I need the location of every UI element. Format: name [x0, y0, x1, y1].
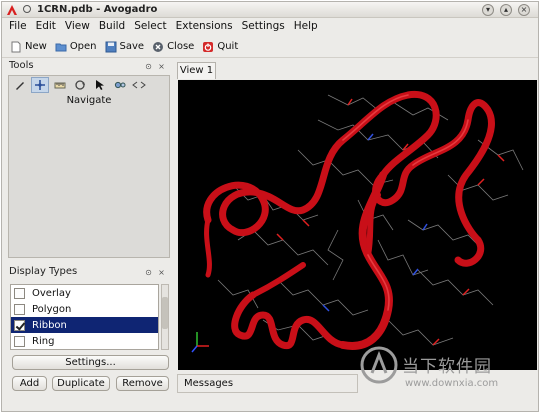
list-item-label: Ribbon: [32, 319, 67, 331]
watermark-url: www.downxia.com: [405, 378, 499, 389]
quit-label: Quit: [217, 41, 239, 52]
tools-panel: Navigate: [8, 75, 170, 258]
open-label: Open: [69, 41, 97, 52]
display-types-title: Display Types: [9, 266, 78, 277]
menu-help[interactable]: Help: [294, 18, 318, 35]
ring-checkbox[interactable]: [14, 335, 25, 347]
list-item[interactable]: Ribbon: [11, 317, 158, 333]
bond-centric-tool-icon[interactable]: [111, 77, 129, 93]
add-button[interactable]: Add: [12, 376, 47, 391]
save-button[interactable]: Save: [105, 41, 145, 53]
active-tool-label: Navigate: [66, 95, 112, 106]
tab-view-1[interactable]: View 1: [177, 62, 216, 79]
watermark-text: 当下软件园: [402, 357, 492, 377]
list-item-label: Overlay: [32, 287, 71, 299]
save-label: Save: [119, 41, 145, 52]
tools-dock-title: Tools: [9, 60, 34, 71]
menu-build[interactable]: Build: [99, 18, 125, 35]
menu-file[interactable]: File: [9, 18, 27, 35]
dock-close-icon[interactable]: ×: [157, 268, 166, 277]
window-title: 1CRN.pdb - Avogadro: [37, 4, 158, 15]
maximize-button[interactable]: ▴: [500, 4, 512, 16]
close-label: Close: [167, 41, 195, 52]
open-button[interactable]: Open: [55, 41, 97, 53]
overlay-checkbox[interactable]: [14, 287, 25, 299]
pin-icon[interactable]: [23, 5, 31, 13]
polygon-checkbox[interactable]: [14, 303, 25, 315]
ribbon-checkbox[interactable]: [14, 319, 25, 331]
list-item[interactable]: Ring: [11, 333, 158, 349]
downxia-watermark-logo: [360, 346, 398, 384]
molecule-viewport[interactable]: [178, 80, 537, 370]
draw-tool-icon[interactable]: [11, 77, 29, 93]
close-button[interactable]: Close: [152, 41, 194, 53]
close-circle-icon: [153, 41, 164, 52]
measure-tool-icon[interactable]: [51, 77, 69, 93]
duplicate-button[interactable]: Duplicate: [52, 376, 110, 391]
app-window: 1CRN.pdb - Avogadro ▾ ▴ × File Edit View…: [1, 1, 539, 412]
close-window-button[interactable]: ×: [518, 4, 530, 16]
dock-float-icon[interactable]: ⊙: [144, 268, 153, 277]
display-types-list: Overlay Polygon Ribbon Ring: [10, 284, 159, 350]
tool-selector-row: [9, 76, 169, 94]
axes-indicator: [191, 332, 209, 353]
scroll-left-icon[interactable]: [131, 77, 139, 93]
menu-view[interactable]: View: [65, 18, 90, 35]
dock-close-icon[interactable]: ×: [157, 62, 166, 71]
title-bar: 1CRN.pdb - Avogadro ▾ ▴ ×: [2, 2, 538, 18]
menu-extensions[interactable]: Extensions: [176, 18, 233, 35]
new-label: New: [25, 41, 47, 52]
settings-button[interactable]: Settings...: [12, 355, 169, 370]
list-item[interactable]: Polygon: [11, 301, 158, 317]
list-item[interactable]: Overlay: [11, 285, 158, 301]
main-toolbar: New Open Save Close Quit: [2, 36, 538, 58]
dock-float-icon[interactable]: ⊙: [144, 62, 153, 71]
menu-bar: File Edit View Build Select Extensions S…: [2, 18, 538, 35]
new-button[interactable]: New: [10, 41, 47, 53]
open-folder-icon: [55, 43, 67, 51]
save-disk-icon: [105, 41, 117, 52]
manipulate-tool-icon[interactable]: [71, 77, 89, 93]
messages-tab[interactable]: Messages: [177, 374, 358, 393]
list-item-label: Ring: [32, 335, 55, 347]
select-tool-icon[interactable]: [91, 77, 109, 93]
list-item-label: Polygon: [32, 303, 72, 315]
remove-button[interactable]: Remove: [116, 376, 169, 391]
quit-power-icon: [203, 41, 214, 52]
menu-select[interactable]: Select: [134, 18, 166, 35]
scroll-right-icon[interactable]: [139, 77, 147, 93]
molecule-render: [191, 91, 524, 353]
scrollbar-thumb[interactable]: [162, 297, 168, 329]
menu-edit[interactable]: Edit: [36, 18, 56, 35]
display-types-scrollbar[interactable]: [161, 284, 169, 350]
menu-settings[interactable]: Settings: [242, 18, 285, 35]
avogadro-app-icon: [7, 5, 17, 15]
minimize-button[interactable]: ▾: [482, 4, 494, 16]
new-document-icon: [11, 41, 21, 52]
quit-button[interactable]: Quit: [202, 41, 238, 53]
navigate-tool-icon[interactable]: [31, 77, 49, 93]
